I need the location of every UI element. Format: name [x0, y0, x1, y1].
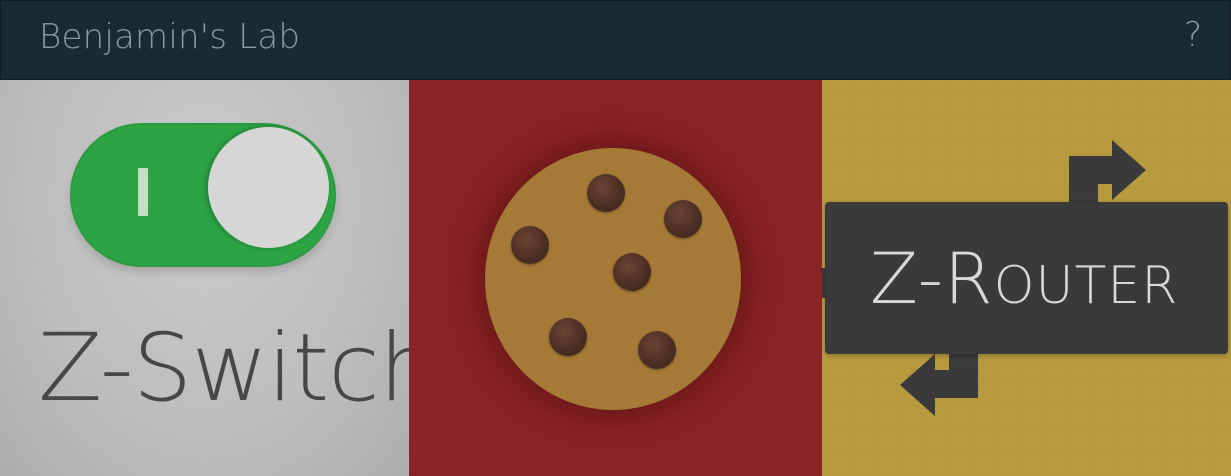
- z-switch-title: Z-Switch: [38, 314, 409, 423]
- z-switch-panel[interactable]: Z-Switch: [0, 80, 409, 476]
- z-router-title: Z-ROUTER: [870, 238, 1178, 320]
- toggle-knob: [208, 127, 329, 248]
- chocolate-chip: [511, 226, 549, 264]
- cookie-panel[interactable]: [409, 80, 822, 476]
- z-router-title-rest: OUTER: [993, 256, 1179, 316]
- chocolate-chip: [664, 200, 702, 238]
- z-router-panel[interactable]: Z-ROUTER: [822, 80, 1231, 476]
- app-header: Benjamin's Lab ?: [0, 0, 1231, 80]
- help-icon[interactable]: ?: [1184, 15, 1202, 55]
- chocolate-chip: [613, 253, 651, 291]
- brand-title[interactable]: Benjamin's Lab: [39, 17, 300, 57]
- toggle-on-mark: [138, 168, 148, 216]
- chocolate-chip: [587, 174, 625, 212]
- chocolate-chip: [638, 331, 676, 369]
- z-router-title-initial: Z-R: [870, 238, 994, 320]
- cookie-icon: [485, 148, 741, 410]
- panel-grid: Z-Switch Z-ROUTER: [0, 80, 1231, 476]
- chocolate-chip: [549, 318, 587, 356]
